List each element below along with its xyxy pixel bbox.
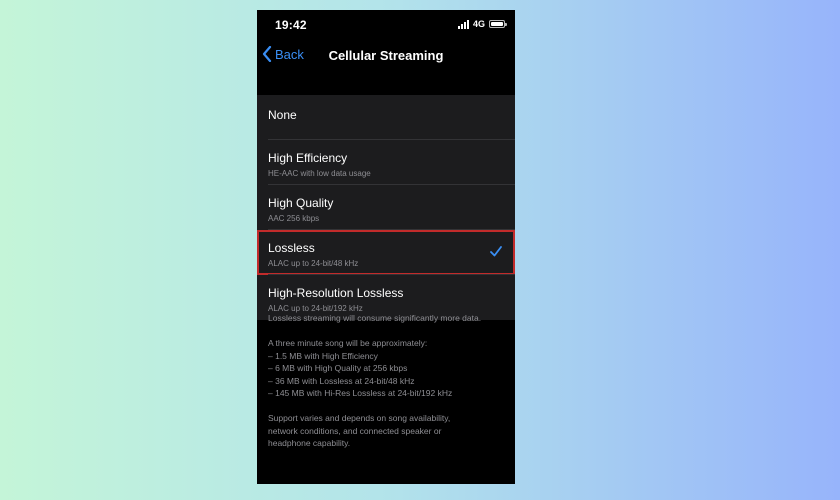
footer-intro: A three minute song will be approximatel… [268,338,428,348]
support-line: headphone capability. [268,438,351,448]
option-title: Lossless [268,241,315,255]
estimate-line: – 6 MB with High Quality at 256 kbps [268,363,408,373]
support-line: Support varies and depends on song avail… [268,413,451,423]
option-title: High-Resolution Lossless [268,286,404,300]
footer-warning: Lossless streaming will consume signific… [268,313,482,323]
option-none[interactable]: None [257,95,515,140]
status-time: 19:42 [275,18,307,32]
option-high-efficiency[interactable]: High Efficiency HE-AAC with low data usa… [257,140,515,185]
network-type: 4G [472,19,485,29]
option-high-quality[interactable]: High Quality AAC 256 kbps [257,185,515,230]
estimate-line: – 36 MB with Lossless at 24-bit/48 kHz [268,375,415,386]
checkmark-icon [490,246,502,257]
streaming-options-list: None High Efficiency HE-AAC with low dat… [257,95,515,320]
estimate-line: – 145 MB with Hi-Res Lossless at 24-bit/… [268,388,453,398]
option-subtitle: HE-AAC with low data usage [268,169,371,178]
page-title: Cellular Streaming [328,48,444,63]
option-title: None [268,108,297,122]
phone-screen: 19:42 4G Back Cellular Streaming None Hi… [257,10,515,484]
divider [268,274,515,275]
option-subtitle: ALAC up to 24-bit/48 kHz [268,259,359,268]
footer-notes: Lossless streaming will consume signific… [268,312,508,450]
status-bar: 19:42 4G [257,10,515,40]
status-indicators: 4G [457,19,507,29]
option-lossless[interactable]: Lossless ALAC up to 24-bit/48 kHz [257,230,515,275]
battery-icon [489,20,507,28]
option-title: High Quality [268,196,334,210]
option-subtitle: AAC 256 kbps [268,214,320,223]
cellular-signal-icon [457,19,469,29]
support-line: network conditions, and connected speake… [268,425,442,436]
estimate-line: – 1.5 MB with High Efficiency [268,350,378,361]
option-title: High Efficiency [268,151,348,165]
navigation-bar: Back Cellular Streaming [257,40,515,72]
